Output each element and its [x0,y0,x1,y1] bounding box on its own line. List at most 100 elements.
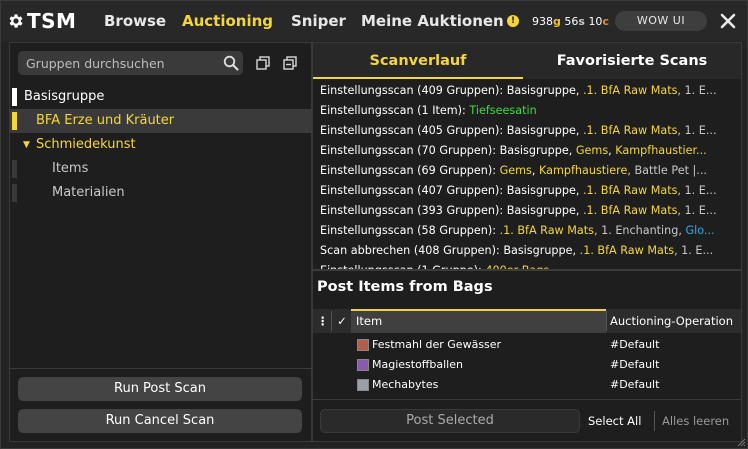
scan-row-segment: Einstellungsscan (405 Gruppen): [320,124,507,137]
item-column-header[interactable]: Item [356,309,382,333]
warning-icon[interactable]: ! [507,15,519,27]
active-tab-indicator [313,77,523,79]
tab-favorisierte-scans[interactable]: Favorisierte Scans [523,43,741,79]
scan-history-row[interactable]: Einstellungsscan (393 Gruppen): Basisgru… [313,201,741,221]
scan-row-segment: Basisgruppe [506,204,576,217]
item-name: Mechabytes [372,378,439,391]
scan-row-segment: , [568,144,576,157]
scan-row-segment: , [575,84,583,97]
copper-unit: c [602,15,609,28]
scan-row-segment: Tiefseesatin [469,104,537,117]
nav-sniper[interactable]: Sniper [291,12,346,30]
tree-item-label: Materialien [52,185,125,200]
scan-row-segment: Einstellungsscan (409 Gruppen): [320,84,507,97]
tree-item-label: BFA Erze und Kräuter [36,113,175,128]
scan-row-segment: .1. BfA Raw Mats [583,204,678,217]
scan-history-row[interactable]: Einstellungsscan (69 Gruppen): Gems, Kam… [313,161,741,181]
column-separator [606,311,607,331]
scan-row-segment: .1. BfA Raw Mats [499,224,594,237]
item-name: Magiestoffballen [372,358,463,371]
divider [10,368,311,369]
group-color-bar [12,184,17,202]
wow-ui-button[interactable]: WOW UI [615,11,707,31]
scan-row-segment: , 1. Enchanting, [593,224,686,237]
copper-amount: 10 [588,15,603,28]
scan-row-segment: Einstellungsscan (1 Item): [320,104,470,117]
group-color-bar [12,112,17,130]
chevron-down-icon[interactable]: ▼ [23,133,30,157]
nav-my-auctions[interactable]: Meine Auktionen [361,12,504,30]
tree-item-label: Basisgruppe [24,89,105,104]
scan-row-segment: Gems [575,144,609,157]
sort-indicator [351,309,606,311]
scan-row-segment: .1. BfA Raw Mats [579,244,675,257]
nav-browse[interactable]: Browse [104,12,166,30]
scan-row-segment: Einstellungsscan (407 Gruppen): [320,184,507,197]
search-icon[interactable] [223,55,239,71]
select-all-button[interactable]: Select All [588,414,641,428]
scan-row-segment: , [572,244,580,257]
scan-row-segment: , 1. E... [677,84,717,97]
tree-item-label: Schmiedekunst [36,137,136,152]
scan-history-row[interactable]: Einstellungsscan (58 Gruppen): .1. BfA R… [313,221,741,241]
tree-item-label: Items [52,161,89,176]
column-separator [331,311,332,331]
scan-history-row[interactable]: Einstellungsscan (407 Gruppen): Basisgru… [313,181,741,201]
post-items-title: Post Items from Bags [317,279,493,295]
tree-item-basisgruppe[interactable]: Basisgruppe [10,85,311,109]
group-search-input[interactable] [26,51,216,75]
run-cancel-scan-button[interactable]: Run Cancel Scan [18,409,302,433]
scan-panel: Scanverlauf Favorisierte Scans Einstellu… [312,42,742,442]
tree-item-items[interactable]: Items [10,157,311,181]
scan-row-segment: , 1. E... [677,204,717,217]
close-icon[interactable] [719,12,737,30]
scan-row-segment: , [575,124,583,137]
clear-all-button[interactable]: Alles leeren [662,414,729,428]
silver-unit: s [578,15,585,28]
scan-history-row[interactable]: Einstellungsscan (1 Gruppe): 400er Bags [313,261,741,269]
table-row[interactable]: Festmahl der Gewässer #Default [313,335,741,355]
item-icon [357,339,369,351]
scan-history-row[interactable]: Einstellungsscan (409 Gruppen): Basisgru… [313,81,741,101]
nav-auctioning[interactable]: Auctioning [182,12,273,30]
item-header-bg [351,309,606,333]
operation-column-header[interactable]: Auctioning-Operation [610,309,741,333]
scan-row-segment: , [575,184,583,197]
scan-history-row[interactable]: Einstellungsscan (405 Gruppen): Basisgru… [313,121,741,141]
group-color-bar [12,160,17,178]
scan-row-segment: , 1. E... [674,244,714,257]
scan-row-segment: Basisgruppe [506,184,576,197]
tsm-logo: TSM [7,9,76,33]
scan-history-list: Einstellungsscan (409 Gruppen): Basisgru… [313,81,741,269]
post-selected-button[interactable]: Post Selected [320,409,580,433]
scan-row-segment: Basisgruppe [506,84,576,97]
scan-row-segment: Basisgruppe [499,144,569,157]
scan-row-segment: .1. BfA Raw Mats [583,84,678,97]
column-menu-icon[interactable]: ⋮ [317,309,329,333]
gold-amount: 938 [532,15,553,28]
scan-history-row[interactable]: Einstellungsscan (70 Gruppen): Basisgrup… [313,141,741,161]
scan-row-segment: Basisgruppe [503,244,573,257]
item-icon [357,379,369,391]
scan-row-segment: Scan abbrechen (408 Gruppen): [320,244,504,257]
expand-all-icon[interactable] [256,56,270,70]
tab-scanverlauf[interactable]: Scanverlauf [313,43,523,79]
resize-handle-icon[interactable] [737,438,746,447]
scan-row-segment: Kampfhaustier... [615,144,707,157]
select-all-check-icon[interactable]: ✓ [335,309,349,333]
tree-item-bfa-erze[interactable]: BFA Erze und Kräuter [10,109,311,133]
table-row[interactable]: Magiestoffballen #Default [313,355,741,375]
run-post-scan-button[interactable]: Run Post Scan [18,377,302,401]
scan-history-row[interactable]: Einstellungsscan (1 Item): Tiefseesatin [313,101,741,121]
scan-history-row[interactable]: Scan abbrechen (408 Gruppen): Basisgrupp… [313,241,741,261]
group-search-box[interactable] [18,51,243,75]
scan-row-segment: Einstellungsscan (58 Gruppen): [320,224,500,237]
divider [313,399,741,400]
tree-item-materialien[interactable]: Materialien [10,181,311,205]
scan-row-segment: , [531,164,539,177]
tree-item-schmiedekunst[interactable]: ▼ Schmiedekunst [10,133,311,157]
silver-amount: 56 [564,15,579,28]
collapse-all-icon[interactable] [283,56,297,70]
scan-row-segment: .1. BfA Raw Mats [583,124,678,137]
table-row[interactable]: Mechabytes #Default [313,375,741,395]
